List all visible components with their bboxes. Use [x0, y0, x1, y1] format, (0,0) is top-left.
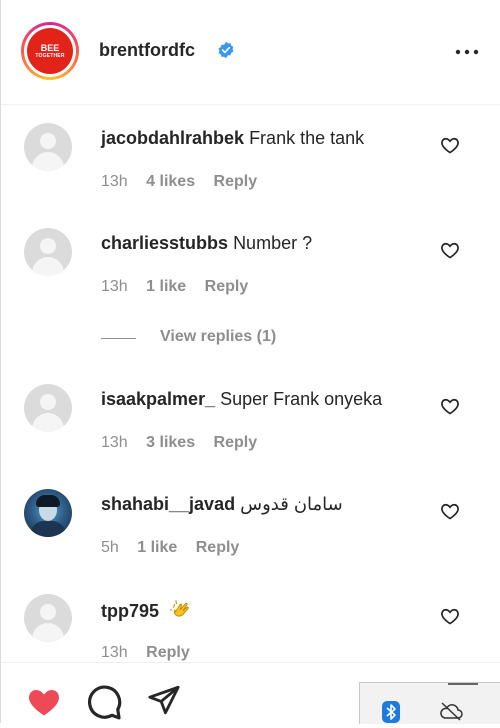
comment-time: 5h [101, 539, 119, 556]
comment-avatar[interactable] [24, 489, 72, 537]
comment-body: Frank the tank [249, 128, 365, 148]
system-tray-popup [359, 682, 500, 724]
like-heart-icon[interactable] [440, 606, 460, 626]
reply-button[interactable]: Reply [205, 278, 249, 295]
comment-body: سامان قدوس [240, 494, 343, 514]
comment-text-line: tpp795 [101, 599, 192, 626]
comment-username[interactable]: tpp795 [101, 601, 159, 621]
comment-time: 13h [101, 434, 128, 451]
post-header: BEE TOGETHER brentfordfc [1, 0, 500, 105]
comment-username[interactable]: shahabi__javad [101, 494, 235, 514]
comment-text-line: charliesstubbs Number ? [101, 233, 312, 254]
like-heart-icon[interactable] [440, 396, 460, 416]
cloud-offline-icon[interactable] [438, 701, 464, 726]
comment-avatar[interactable] [24, 594, 72, 642]
profile-avatar[interactable]: BEE TOGETHER [21, 22, 79, 80]
comment-time: 13h [101, 278, 128, 295]
comment-meta: 13h 1 like Reply [101, 278, 262, 296]
comment-time: 13h [101, 644, 128, 661]
comment-username[interactable]: charliesstubbs [101, 233, 228, 253]
comment-meta: 5h 1 like Reply [101, 539, 253, 557]
comment-likes[interactable]: 1 like [146, 278, 186, 295]
comment-likes[interactable]: 4 likes [146, 173, 195, 190]
comment-meta: 13h 4 likes Reply [101, 173, 271, 191]
comment-likes[interactable]: 1 like [137, 539, 177, 556]
replies-divider [101, 338, 136, 339]
clapping-hands-icon [169, 599, 192, 626]
like-heart-icon[interactable] [440, 135, 460, 155]
verified-badge-icon [217, 41, 235, 64]
comment-meta: 13h Reply [101, 644, 204, 662]
comment-meta: 13h 3 likes Reply [101, 434, 271, 452]
logo-line2: TOGETHER [35, 53, 65, 59]
window-left-border [0, 0, 1, 723]
reply-button[interactable]: Reply [214, 434, 258, 451]
reply-button[interactable]: Reply [146, 644, 190, 661]
like-heart-icon[interactable] [440, 240, 460, 260]
view-replies-label[interactable]: View replies (1) [160, 328, 276, 346]
comment-body: Number ? [233, 233, 313, 253]
comment-avatar[interactable] [24, 228, 72, 276]
share-icon[interactable] [146, 683, 182, 722]
bluetooth-icon[interactable] [382, 701, 400, 728]
heart-filled-icon[interactable] [25, 683, 63, 722]
tray-indicator [448, 683, 478, 685]
reply-button[interactable]: Reply [214, 173, 258, 190]
comment-username[interactable]: isaakpalmer_ [101, 389, 215, 409]
profile-username[interactable]: brentfordfc [99, 40, 195, 61]
comment-avatar[interactable] [24, 123, 72, 171]
comment-text-line: shahabi__javad سامان قدوس [101, 494, 343, 515]
comment-body: Super Frank onyeka [220, 389, 383, 409]
comment-avatar[interactable] [24, 384, 72, 432]
comment-text-line: isaakpalmer_ Super Frank onyeka [101, 389, 382, 410]
comment-username[interactable]: jacobdahlrahbek [101, 128, 244, 148]
like-heart-icon[interactable] [440, 501, 460, 521]
comment-text-line: jacobdahlrahbek Frank the tank [101, 128, 364, 149]
brand-logo: BEE TOGETHER [27, 28, 73, 74]
comment-icon[interactable] [85, 683, 123, 726]
logo-line1: BEE [40, 43, 60, 53]
reply-button[interactable]: Reply [196, 539, 240, 556]
comment-time: 13h [101, 173, 128, 190]
more-dots-icon[interactable] [453, 42, 481, 62]
comment-likes[interactable]: 3 likes [146, 434, 195, 451]
